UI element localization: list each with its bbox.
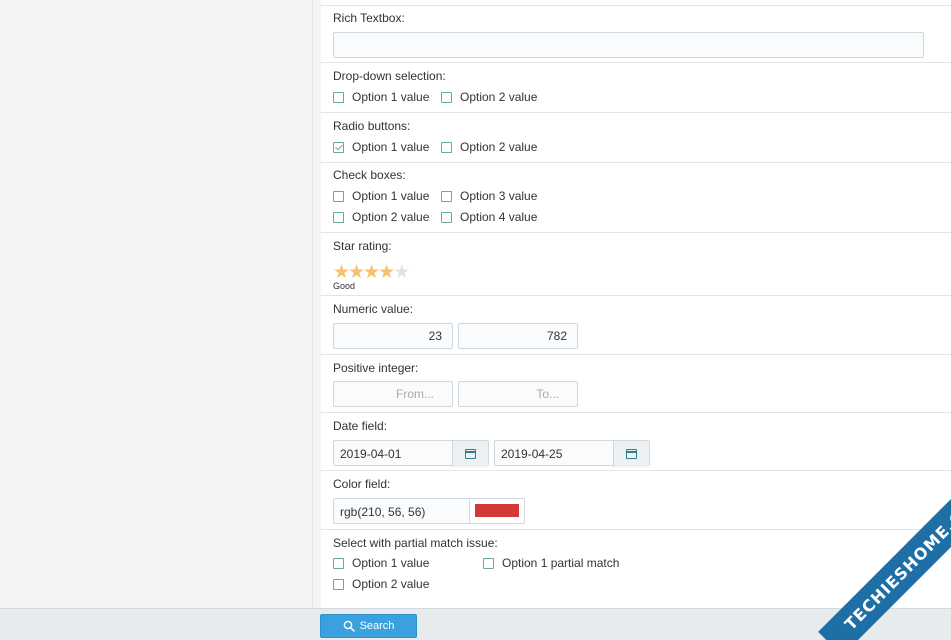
option-label: Option 1 value bbox=[352, 140, 430, 154]
checkbox-icon[interactable] bbox=[333, 578, 344, 590]
star-rating-section: Star rating: ★ ★ ★ ★ ★ Good bbox=[321, 232, 951, 295]
left-pane bbox=[0, 0, 313, 608]
partial-match-option-2[interactable]: Option 1 partial match bbox=[483, 555, 619, 571]
search-button-label: Search bbox=[359, 620, 395, 632]
date-to-field[interactable]: 2019-04-25 bbox=[494, 440, 650, 467]
date-from-picker-button[interactable] bbox=[452, 441, 488, 467]
numeric-to-input[interactable]: 782 bbox=[458, 323, 578, 349]
option-label: Option 4 value bbox=[460, 210, 538, 224]
partial-match-option-3[interactable]: Option 2 value bbox=[333, 576, 429, 592]
positive-integer-label: Positive integer: bbox=[333, 361, 419, 375]
star-5-icon[interactable]: ★ bbox=[393, 263, 410, 282]
option-label: Option 2 value bbox=[352, 577, 430, 591]
color-field[interactable]: rgb(210, 56, 56) bbox=[333, 498, 525, 524]
color-label: Color field: bbox=[333, 477, 391, 491]
star-rating-text: Good bbox=[333, 281, 356, 291]
dropdown-section: Drop-down selection: Option 1 value Opti… bbox=[321, 62, 951, 112]
positive-integer-to-input[interactable]: To... bbox=[458, 381, 578, 407]
rich-textbox-input[interactable] bbox=[333, 32, 924, 58]
watermark: TECHIESHOME.COM bbox=[791, 480, 951, 640]
dropdown-label: Drop-down selection: bbox=[333, 69, 446, 83]
numeric-label: Numeric value: bbox=[333, 302, 414, 316]
date-section: Date field: 2019-04-01 2019-04-25 bbox=[321, 412, 951, 470]
checkboxes-label: Check boxes: bbox=[333, 168, 406, 182]
checked-box-icon[interactable] bbox=[333, 141, 344, 153]
option-label: Option 2 value bbox=[460, 90, 538, 104]
date-label: Date field: bbox=[333, 419, 388, 433]
checkbox-icon[interactable] bbox=[441, 141, 452, 153]
date-to-picker-button[interactable] bbox=[613, 441, 649, 467]
checkbox-option-4[interactable]: Option 4 value bbox=[441, 209, 537, 225]
radio-label: Radio buttons: bbox=[333, 119, 411, 133]
color-swatch-fill bbox=[475, 504, 519, 517]
option-label: Option 2 value bbox=[460, 140, 538, 154]
radio-option-1[interactable]: Option 1 value bbox=[333, 139, 429, 155]
numeric-section: Numeric value: 23 782 bbox=[321, 295, 951, 354]
partial-match-option-1[interactable]: Option 1 value bbox=[333, 555, 429, 571]
checkbox-option-1[interactable]: Option 1 value bbox=[333, 188, 429, 204]
positive-integer-section: Positive integer: From... To... bbox=[321, 354, 951, 412]
checkbox-icon[interactable] bbox=[441, 91, 452, 103]
date-from-field[interactable]: 2019-04-01 bbox=[333, 440, 489, 467]
checkboxes-section: Check boxes: Option 1 value Option 3 val… bbox=[321, 162, 951, 232]
option-label: Option 1 value bbox=[352, 90, 430, 104]
checkbox-icon[interactable] bbox=[441, 190, 452, 202]
watermark-text: TECHIESHOME.COM bbox=[840, 484, 951, 634]
watermark-ribbon: TECHIESHOME.COM bbox=[818, 480, 951, 640]
checkbox-icon[interactable] bbox=[333, 557, 344, 569]
checkbox-icon[interactable] bbox=[333, 211, 344, 223]
star-rating[interactable]: ★ ★ ★ ★ ★ bbox=[333, 263, 410, 282]
rich-textbox-section: Rich Textbox: bbox=[321, 5, 951, 62]
date-to-value[interactable]: 2019-04-25 bbox=[501, 447, 562, 461]
option-label: Option 3 value bbox=[460, 189, 538, 203]
partial-match-label: Select with partial match issue: bbox=[333, 536, 498, 550]
search-button[interactable]: Search bbox=[320, 614, 417, 638]
option-label: Option 1 partial match bbox=[502, 556, 620, 570]
calendar-icon bbox=[465, 449, 476, 459]
option-label: Option 1 value bbox=[352, 189, 430, 203]
checkbox-icon[interactable] bbox=[333, 190, 344, 202]
dropdown-option-1[interactable]: Option 1 value bbox=[333, 89, 429, 105]
numeric-from-input[interactable]: 23 bbox=[333, 323, 453, 349]
radio-section: Radio buttons: Option 1 value Option 2 v… bbox=[321, 112, 951, 162]
checkbox-option-2[interactable]: Option 2 value bbox=[333, 209, 429, 225]
color-value[interactable]: rgb(210, 56, 56) bbox=[340, 505, 425, 519]
star-rating-label: Star rating: bbox=[333, 239, 392, 253]
checkbox-icon[interactable] bbox=[441, 211, 452, 223]
option-label: Option 1 value bbox=[352, 556, 430, 570]
checkbox-icon[interactable] bbox=[333, 91, 344, 103]
rich-textbox-label: Rich Textbox: bbox=[333, 11, 405, 25]
checkbox-option-3[interactable]: Option 3 value bbox=[441, 188, 537, 204]
search-icon bbox=[343, 620, 355, 632]
checkbox-icon[interactable] bbox=[483, 557, 494, 569]
color-swatch[interactable] bbox=[469, 499, 524, 523]
option-label: Option 2 value bbox=[352, 210, 430, 224]
radio-option-2[interactable]: Option 2 value bbox=[441, 139, 537, 155]
dropdown-option-2[interactable]: Option 2 value bbox=[441, 89, 537, 105]
positive-integer-from-input[interactable]: From... bbox=[333, 381, 453, 407]
calendar-icon bbox=[626, 449, 637, 459]
date-from-value[interactable]: 2019-04-01 bbox=[340, 447, 401, 461]
